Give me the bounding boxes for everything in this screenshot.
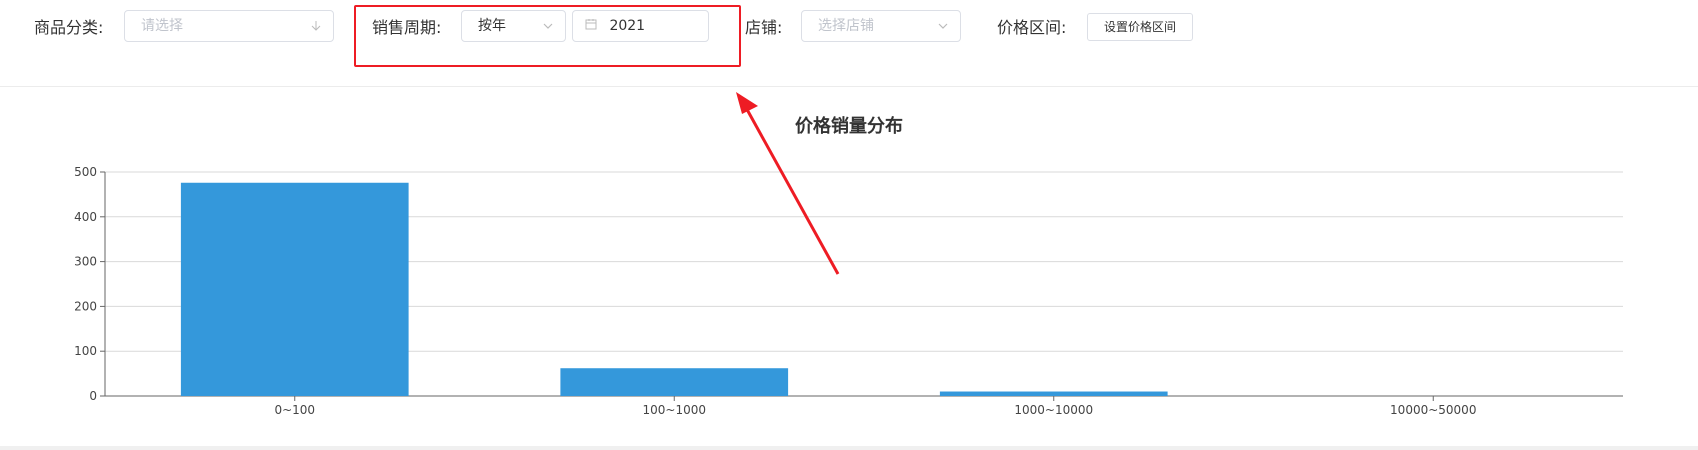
store-placeholder: 选择店铺 [818,18,874,34]
set-price-range-button[interactable]: 设置价格区间 [1087,13,1194,41]
bar [939,391,1168,396]
category-placeholder: 请选择 [141,18,183,34]
x-tick-label: 100~1000 [643,403,707,417]
y-tick-label: 200 [74,299,97,313]
x-tick-label: 1000~10000 [1014,403,1093,417]
bottom-divider [0,446,1698,450]
filter-toolbar: 商品分类: 请选择 销售周期: 按年 2021 店铺: 选择店铺 价格区间: 设… [0,0,1698,87]
price-sales-chart: 价格销量分布 0 100 200 300 400 500 0~100 100~1000 1000… [0,87,1698,450]
page: 商品分类: 请选择 销售周期: 按年 2021 店铺: 选择店铺 价格区间: 设… [0,0,1698,450]
x-tick-label: 10000~50000 [1390,403,1476,417]
category-label: 商品分类: [34,18,104,37]
y-tick-label: 500 [74,165,97,179]
price-label: 价格区间: [997,18,1067,37]
bar [180,182,409,396]
store-label: 店铺: [745,18,783,37]
cascader-arrow-icon [309,11,323,41]
y-tick-label: 300 [74,255,97,269]
y-tick-label: 400 [74,210,97,224]
category-select[interactable]: 请选择 [124,10,334,42]
chevron-down-icon [936,11,950,41]
store-select[interactable]: 选择店铺 [801,10,961,42]
bar [560,368,789,396]
y-tick-label: 100 [74,344,97,358]
chart-svg: 0 100 200 300 400 500 0~100 100~1000 1000~10000 1… [74,165,1623,417]
annotation-highlight-box [354,5,741,67]
y-tick-label: 0 [89,389,97,403]
x-tick-label: 0~100 [274,403,315,417]
